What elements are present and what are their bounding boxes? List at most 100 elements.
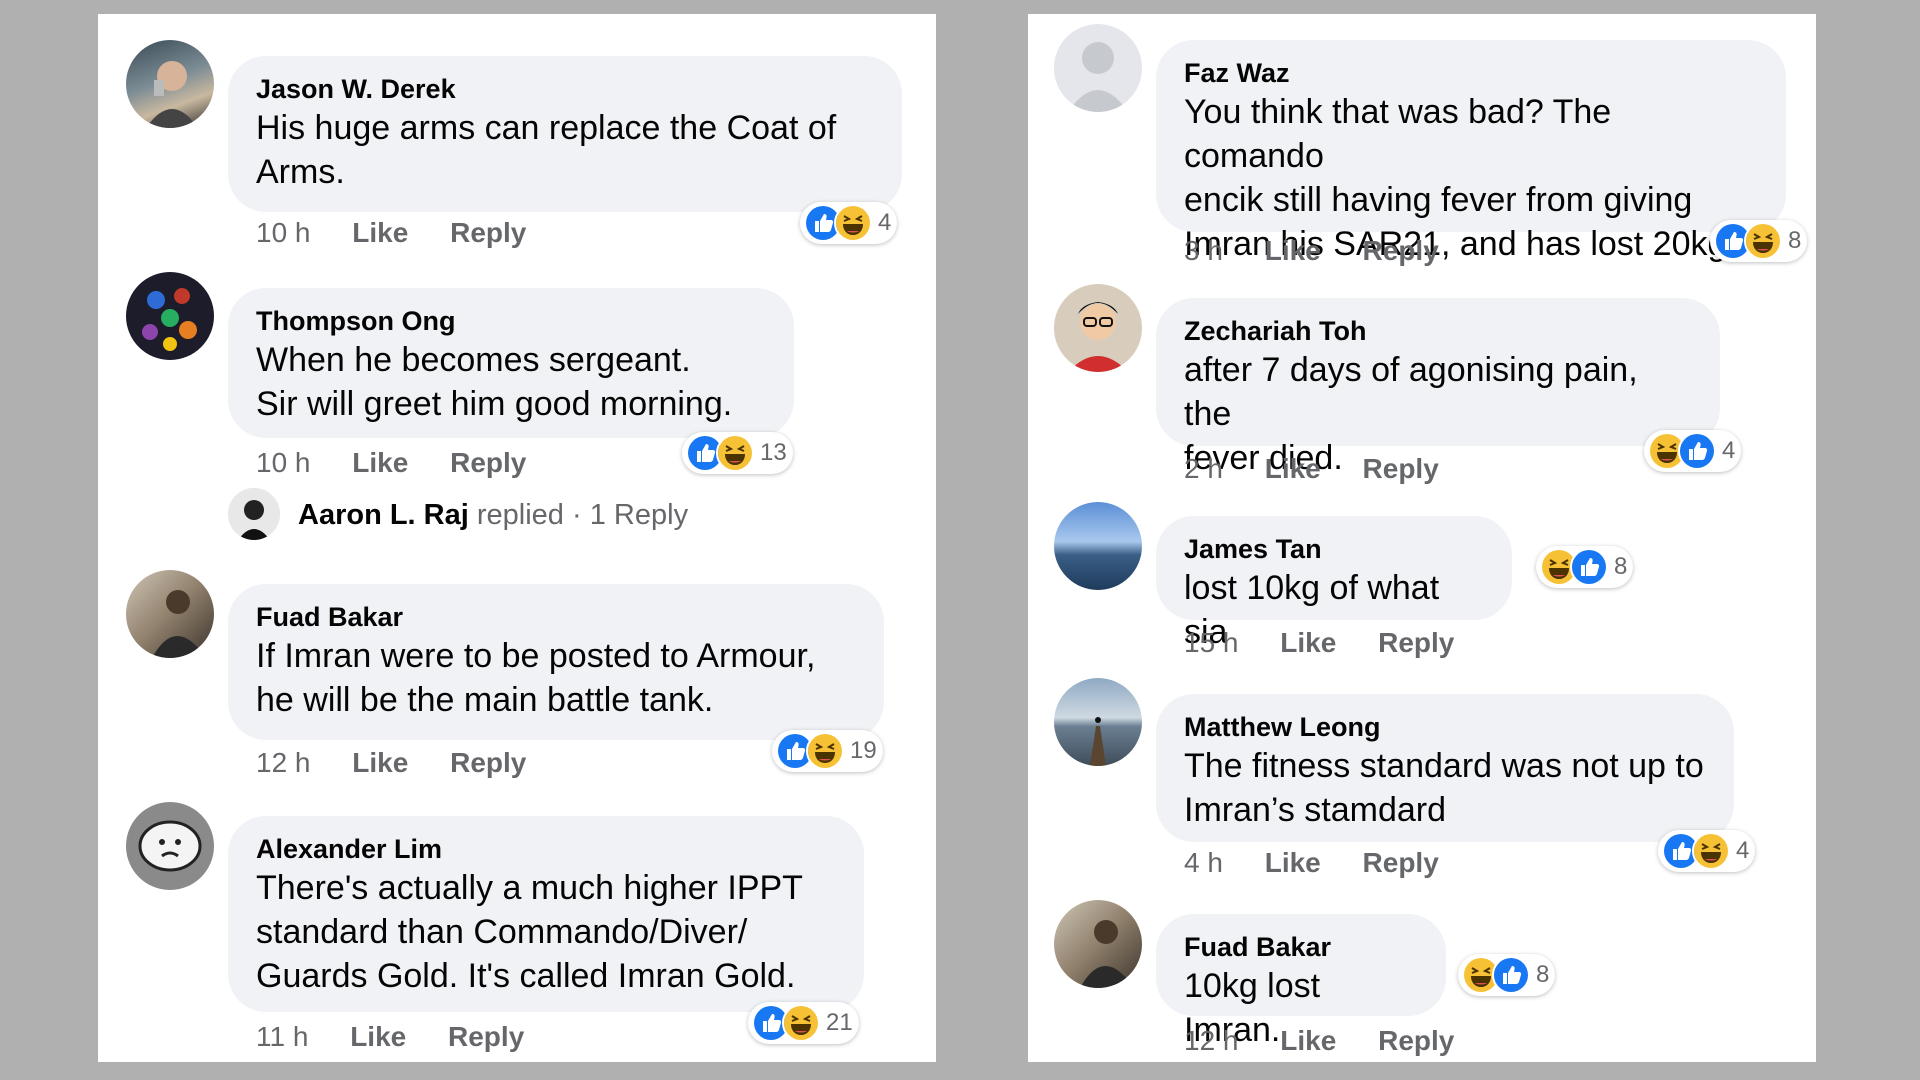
comment-actions: 11 h Like Reply [256,1020,558,1054]
comment-actions: 2 h Like Reply [1184,452,1473,486]
reply-button[interactable]: Reply [450,217,526,248]
comment-bubble: James Tan lost 10kg of what sia [1156,516,1512,651]
comment-bubble: Alexander Lim There's actually a much hi… [228,816,864,1012]
comment-text: When he becomes sergeant. Sir will greet… [256,341,733,423]
reply-button[interactable]: Reply [1363,847,1439,878]
avatar[interactable] [1054,24,1142,112]
comment-actions: 4 h Like Reply [1184,846,1473,880]
reaction-count: 8 [1788,227,1802,254]
reactions-summary[interactable]: 8 [1710,220,1808,262]
avatar[interactable] [126,570,214,658]
avatar[interactable] [126,802,214,890]
reactions-summary[interactable]: 21 [748,1002,859,1044]
avatar[interactable] [1054,678,1142,766]
comment-time[interactable]: 15 h [1184,627,1239,658]
avatar[interactable] [126,272,214,360]
comment-author[interactable]: Fuad Bakar [1184,930,1418,964]
comment-time[interactable]: 4 h [1184,847,1223,878]
reaction-count: 8 [1614,553,1628,580]
comment-author[interactable]: Alexander Lim [256,832,836,866]
reply-button[interactable]: Reply [450,447,526,478]
like-button[interactable]: Like [1265,235,1321,266]
like-button[interactable]: Like [352,217,408,248]
comment-bubble: Fuad Bakar If Imran were to be posted to… [228,584,884,740]
avatar[interactable] [1054,502,1142,590]
reply-button[interactable]: Reply [1378,1025,1454,1056]
comment-author[interactable]: Thompson Ong [256,304,766,338]
reaction-count: 13 [760,439,787,466]
reactions-summary[interactable]: 13 [682,432,793,474]
like-button[interactable]: Like [1265,453,1321,484]
haha-reaction-icon [782,1004,820,1042]
comment-bubble: Matthew Leong The fitness standard was n… [1156,694,1734,842]
comment-author[interactable]: Faz Waz [1184,56,1758,90]
reply-button[interactable]: Reply [1363,453,1439,484]
haha-reaction-icon [834,204,872,242]
comment-bubble: Zechariah Toh after 7 days of agonising … [1156,298,1720,477]
reply-button[interactable]: Reply [1378,627,1454,658]
like-button[interactable]: Like [350,1021,406,1052]
avatar[interactable] [126,40,214,128]
reply-count: 1 Reply [589,499,689,531]
like-reaction-icon [1678,432,1716,470]
comment-time[interactable]: 10 h [256,217,311,248]
comment-text: His huge arms can replace the Coat of Ar… [256,109,837,191]
comment-time[interactable]: 12 h [1184,1025,1239,1056]
comment-actions: 10 h Like Reply [256,216,560,250]
comment-bubble: Fuad Bakar 10kg lost Imran. [1156,914,1446,1049]
comments-panel-left: Jason W. Derek His huge arms can replace… [98,14,936,1062]
avatar[interactable] [1054,900,1142,988]
comment-author[interactable]: James Tan [1184,532,1484,566]
reactions-summary[interactable]: 8 [1458,954,1556,996]
comment-time[interactable]: 2 h [1184,453,1223,484]
comment-text: If Imran were to be posted to Armour, he… [256,637,816,719]
comment-time[interactable]: 11 h [256,1021,308,1052]
like-button[interactable]: Like [1280,1025,1336,1056]
reaction-count: 4 [878,209,892,236]
reaction-count: 4 [1736,837,1750,864]
comment-time[interactable]: 10 h [256,447,311,478]
comment-actions: 3 h Like Reply [1184,234,1473,268]
replier-avatar[interactable] [228,488,280,540]
reply-button[interactable]: Reply [1363,235,1439,266]
reactions-summary[interactable]: 19 [772,730,883,772]
comment-actions: 12 h Like Reply [1184,1024,1488,1058]
comment-bubble: Faz Waz You think that was bad? The coma… [1156,40,1786,263]
replier-name: Aaron L. Raj [298,499,469,531]
haha-reaction-icon [1744,222,1782,260]
like-button[interactable]: Like [1280,627,1336,658]
reply-button[interactable]: Reply [450,747,526,778]
comment-actions: 10 h Like Reply [256,446,560,480]
reactions-summary[interactable]: 4 [800,202,898,244]
reaction-count: 8 [1536,961,1550,988]
reaction-count: 4 [1722,437,1736,464]
comment-author[interactable]: Fuad Bakar [256,600,856,634]
comment-actions: 15 h Like Reply [1184,626,1488,660]
replies-link[interactable]: Aaron L. Raj replied · 1 Reply [298,498,688,532]
reactions-summary[interactable]: 4 [1658,830,1756,872]
comment-bubble: Jason W. Derek His huge arms can replace… [228,56,902,212]
replied-separator: · [572,499,582,531]
avatar[interactable] [1054,284,1142,372]
comment-time[interactable]: 12 h [256,747,311,778]
haha-reaction-icon [1692,832,1730,870]
like-button[interactable]: Like [352,747,408,778]
like-button[interactable]: Like [352,447,408,478]
reactions-summary[interactable]: 8 [1536,546,1634,588]
comments-panel-right: Faz Waz You think that was bad? The coma… [1028,14,1816,1062]
comment-time[interactable]: 3 h [1184,235,1223,266]
comment-author[interactable]: Zechariah Toh [1184,314,1692,348]
like-button[interactable]: Like [1265,847,1321,878]
like-reaction-icon [1570,548,1608,586]
comment-text: The fitness standard was not up to Imran… [1184,747,1704,829]
comment-text: There's actually a much higher IPPT stan… [256,869,803,995]
reactions-summary[interactable]: 4 [1644,430,1742,472]
comment-author[interactable]: Jason W. Derek [256,72,874,106]
comment-author[interactable]: Matthew Leong [1184,710,1706,744]
like-reaction-icon [1492,956,1530,994]
reply-button[interactable]: Reply [448,1021,524,1052]
reaction-count: 19 [850,737,877,764]
reaction-count: 21 [826,1009,853,1036]
haha-reaction-icon [716,434,754,472]
comment-bubble: Thompson Ong When he becomes sergeant. S… [228,288,794,438]
